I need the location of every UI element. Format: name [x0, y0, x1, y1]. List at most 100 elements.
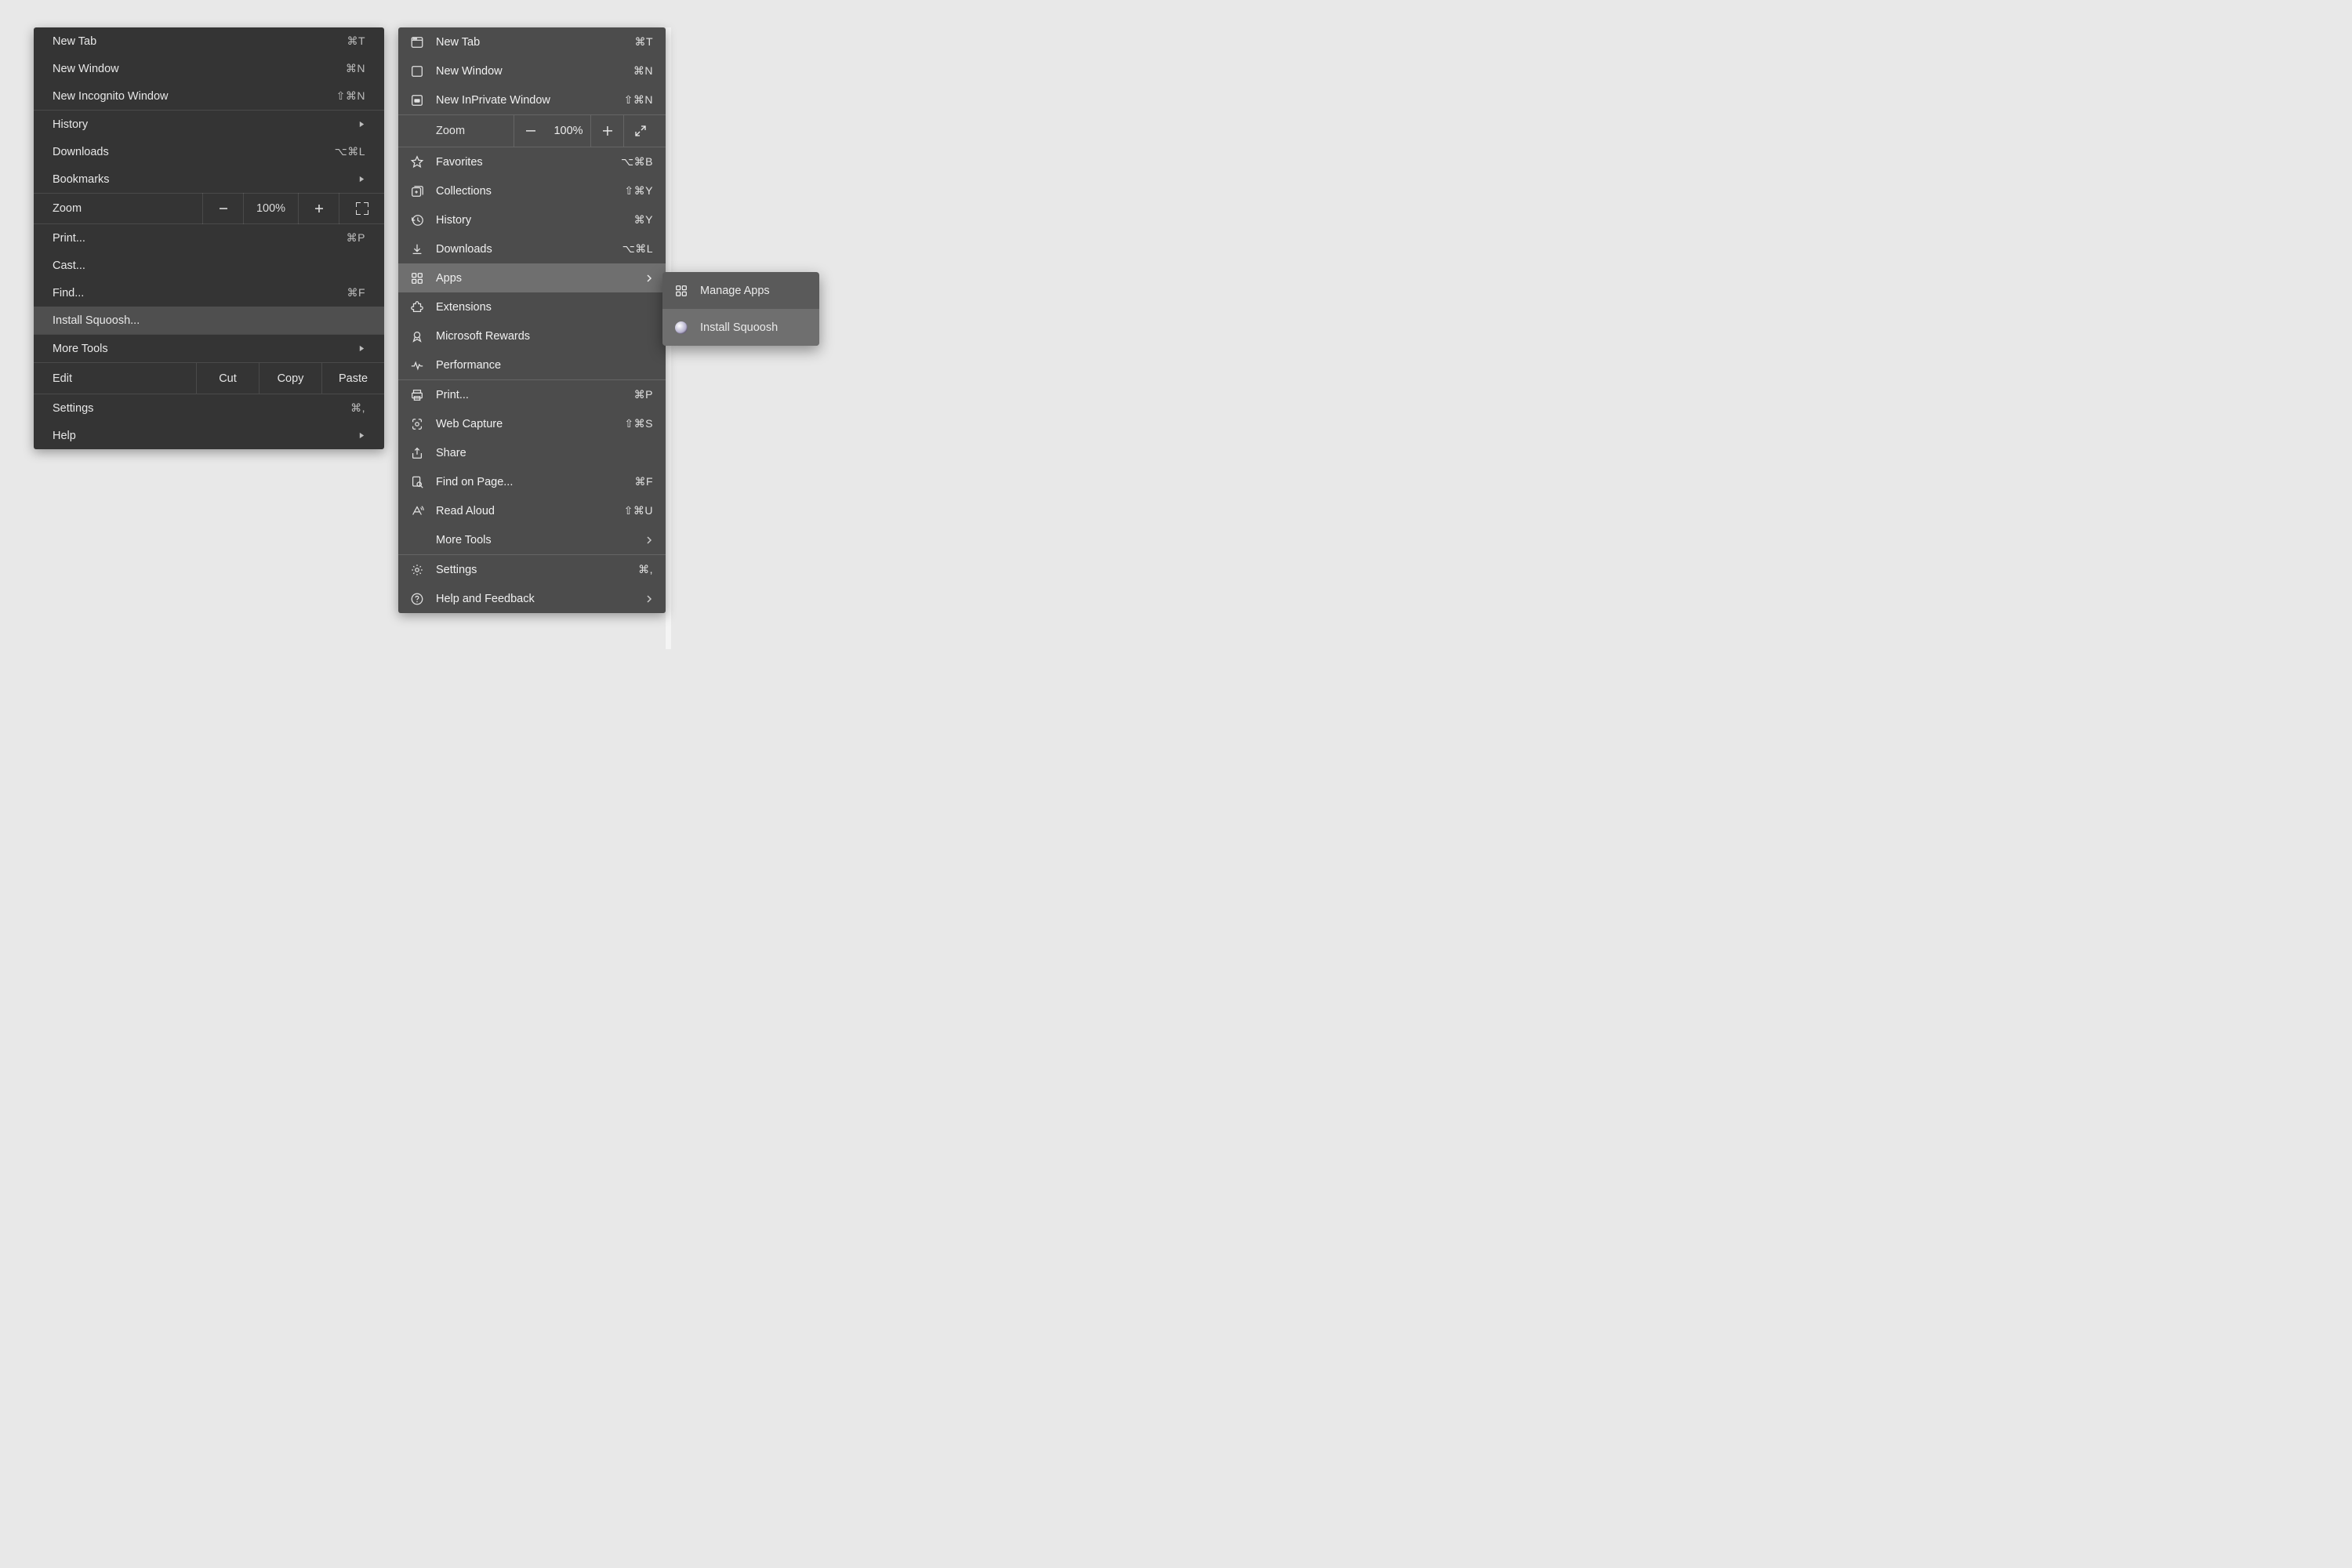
label-print: Print... — [436, 389, 634, 401]
menu-item-print[interactable]: Print... ⌘P — [398, 380, 666, 409]
paste-button[interactable]: Paste — [321, 363, 384, 394]
chrome-menu: New Tab ⌘T New Window ⌘N New Incognito W… — [34, 27, 384, 449]
menu-item-read-aloud[interactable]: Read Aloud ⇧⌘U — [398, 496, 666, 525]
collections-icon — [409, 183, 425, 199]
zoom-in-button[interactable] — [590, 115, 623, 147]
chevron-right-icon — [358, 176, 365, 183]
fullscreen-icon — [356, 202, 368, 215]
help-icon — [409, 591, 425, 607]
zoom-label: Zoom — [436, 125, 514, 137]
menu-item-find[interactable]: Find... ⌘F — [34, 279, 384, 307]
menu-item-apps[interactable]: Apps — [398, 263, 666, 292]
menu-item-help[interactable]: Help and Feedback — [398, 584, 666, 613]
shortcut-settings: ⌘, — [638, 563, 653, 576]
rewards-icon — [409, 328, 425, 344]
menu-item-history[interactable]: History ⌘Y — [398, 205, 666, 234]
menu-item-print[interactable]: Print... ⌘P — [34, 224, 384, 252]
label-favorites: Favorites — [436, 156, 621, 169]
label-help: Help — [53, 430, 358, 442]
label-downloads: Downloads — [436, 243, 622, 256]
menu-item-settings[interactable]: Settings ⌘, — [398, 555, 666, 584]
label-new-tab: New Tab — [53, 35, 347, 48]
menu-item-install-squoosh[interactable]: Install Squoosh... — [34, 307, 384, 334]
label-manage-apps: Manage Apps — [700, 285, 808, 297]
menu-item-cast[interactable]: Cast... — [34, 252, 384, 279]
label-read-aloud: Read Aloud — [436, 505, 624, 517]
menu-item-more-tools[interactable]: More Tools — [34, 335, 384, 362]
performance-icon — [409, 358, 425, 373]
label-share: Share — [436, 447, 653, 459]
label-bookmarks: Bookmarks — [53, 173, 358, 186]
zoom-out-button[interactable] — [202, 193, 243, 224]
edge-apps-submenu: Manage Apps Install Squoosh — [662, 272, 819, 346]
shortcut-web-capture: ⇧⌘S — [624, 417, 653, 430]
extensions-icon — [409, 299, 425, 315]
menu-item-extensions[interactable]: Extensions — [398, 292, 666, 321]
menu-item-settings[interactable]: Settings ⌘, — [34, 394, 384, 422]
label-history: History — [436, 214, 634, 227]
label-history: History — [53, 118, 358, 131]
chevron-right-icon — [358, 345, 365, 352]
star-icon — [409, 154, 425, 170]
menu-item-manage-apps[interactable]: Manage Apps — [662, 272, 819, 309]
edit-label: Edit — [34, 363, 196, 394]
zoom-row: Zoom 100% — [398, 115, 666, 147]
menu-item-new-tab[interactable]: New Tab ⌘T — [34, 27, 384, 55]
settings-icon — [409, 562, 425, 578]
label-new-incognito: New Incognito Window — [53, 90, 336, 103]
label-apps: Apps — [436, 272, 645, 285]
fullscreen-button[interactable] — [339, 193, 384, 224]
menu-item-new-tab[interactable]: New Tab ⌘T — [398, 27, 666, 56]
menu-item-collections[interactable]: Collections ⇧⌘Y — [398, 176, 666, 205]
menu-item-find-on-page[interactable]: Find on Page... ⌘F — [398, 467, 666, 496]
menu-item-web-capture[interactable]: Web Capture ⇧⌘S — [398, 409, 666, 438]
shortcut-history: ⌘Y — [634, 213, 653, 227]
label-install-squoosh: Install Squoosh... — [53, 314, 365, 327]
shortcut-new-incognito: ⇧⌘N — [336, 89, 365, 103]
inprivate-icon — [409, 93, 425, 108]
label-downloads: Downloads — [53, 146, 335, 158]
shortcut-print: ⌘P — [347, 231, 365, 245]
menu-item-rewards[interactable]: Microsoft Rewards — [398, 321, 666, 350]
label-settings: Settings — [53, 402, 350, 415]
zoom-label: Zoom — [34, 202, 202, 215]
menu-item-new-inprivate[interactable]: New InPrivate Window ⇧⌘N — [398, 85, 666, 114]
zoom-out-button[interactable] — [514, 115, 546, 147]
label-find: Find... — [53, 287, 347, 299]
menu-item-new-incognito[interactable]: New Incognito Window ⇧⌘N — [34, 82, 384, 110]
cut-button[interactable]: Cut — [196, 363, 259, 394]
menu-item-downloads[interactable]: Downloads ⌥⌘L — [398, 234, 666, 263]
label-find-on-page: Find on Page... — [436, 476, 634, 488]
menu-item-favorites[interactable]: Favorites ⌥⌘B — [398, 147, 666, 176]
menu-item-more-tools[interactable]: More Tools — [398, 525, 666, 554]
menu-item-share[interactable]: Share — [398, 438, 666, 467]
menu-item-performance[interactable]: Performance — [398, 350, 666, 379]
copy-button[interactable]: Copy — [259, 363, 321, 394]
shortcut-downloads: ⌥⌘L — [622, 242, 653, 256]
history-icon — [409, 212, 425, 228]
menu-item-bookmarks[interactable]: Bookmarks — [34, 165, 384, 193]
download-icon — [409, 241, 425, 257]
new-window-icon — [409, 64, 425, 79]
shortcut-new-window: ⌘N — [633, 64, 653, 78]
shortcut-collections: ⇧⌘Y — [624, 184, 653, 198]
chevron-right-icon — [645, 274, 653, 282]
capture-icon — [409, 416, 425, 432]
menu-item-new-window[interactable]: New Window ⌘N — [398, 56, 666, 85]
label-new-inprivate: New InPrivate Window — [436, 94, 624, 107]
shortcut-find: ⌘F — [347, 286, 365, 299]
menu-item-help[interactable]: Help — [34, 422, 384, 449]
menu-item-downloads[interactable]: Downloads ⌥⌘L — [34, 138, 384, 165]
menu-item-install-squoosh[interactable]: Install Squoosh — [662, 309, 819, 346]
zoom-in-button[interactable] — [298, 193, 339, 224]
menu-item-new-window[interactable]: New Window ⌘N — [34, 55, 384, 82]
fullscreen-button[interactable] — [623, 115, 656, 147]
menu-item-history[interactable]: History — [34, 111, 384, 138]
shortcut-read-aloud: ⇧⌘U — [624, 504, 653, 517]
chevron-right-icon — [645, 536, 653, 544]
edge-menu: New Tab ⌘T New Window ⌘N New InPrivate W… — [398, 27, 666, 613]
shortcut-new-window: ⌘N — [346, 62, 365, 75]
share-icon — [409, 445, 425, 461]
zoom-value: 100% — [243, 193, 298, 224]
edit-row: Edit Cut Copy Paste — [34, 362, 384, 394]
